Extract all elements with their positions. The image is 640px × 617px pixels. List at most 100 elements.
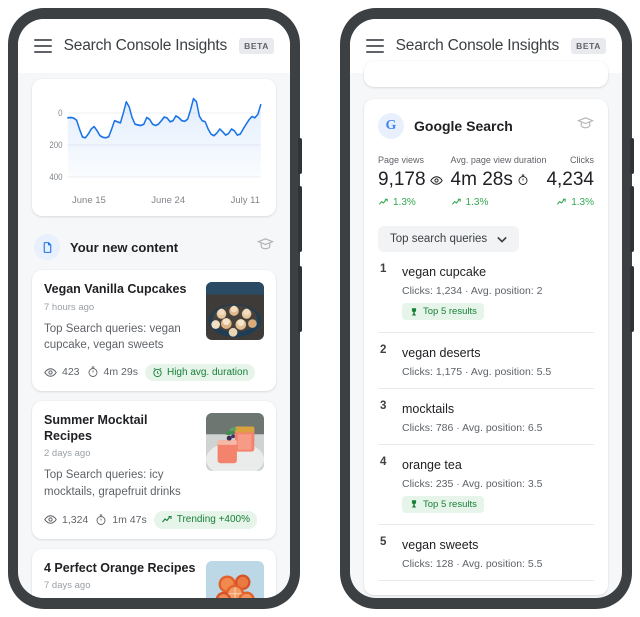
duration-stat: 4m 29s	[87, 366, 138, 378]
hamburger-menu-icon[interactable]	[366, 39, 384, 53]
query-row[interactable]: 1 vegan cupcake Clicks: 1,234 · Avg. pos…	[378, 252, 594, 333]
metric-page-views: Page views 9,178 1.3%	[378, 155, 451, 208]
eye-icon	[44, 368, 57, 377]
metric-clicks: Clicks 4,234 1.3%	[546, 155, 594, 208]
query-meta: Clicks: 786 · Avg. position: 6.5	[402, 421, 543, 434]
trophy-icon	[411, 500, 417, 508]
oranges-photo	[206, 560, 264, 598]
trend-value: 1.3%	[571, 197, 594, 208]
phone-volume-up-button[interactable]	[298, 186, 302, 252]
metric-avg-duration: Avg. page view duration 4m 28s 1.3%	[451, 155, 547, 208]
content-card-top: Vegan Vanilla Cupcakes 7 hours ago Top S…	[44, 282, 264, 354]
status-badge: Trending +400%	[153, 510, 258, 529]
google-search-header: G Google Search	[378, 113, 595, 139]
query-meta: Clicks: 235 · Avg. position: 3.5	[402, 477, 543, 490]
google-search-card: G Google Search Page views 9,178 1.3% Av…	[364, 99, 608, 595]
views-stat: 423	[44, 366, 80, 379]
trending-up-icon	[451, 198, 461, 205]
svg-text:400: 400	[49, 172, 62, 183]
metric-value: 4m 28s	[450, 169, 513, 190]
metric-value: 9,178	[378, 169, 426, 190]
content-card-top: 4 Perfect Orange Recipes 7 days ago Top …	[44, 560, 264, 598]
chart-card: 400 200 0 June 15 June 24 July 11	[32, 79, 276, 216]
stopwatch-icon	[518, 174, 528, 185]
query-main: vegan sweets Clicks: 128 · Avg. position…	[402, 536, 592, 570]
query-row[interactable]: 5 vegan sweets Clicks: 128 · Avg. positi…	[378, 525, 594, 581]
phone-screen-right: Search Console Insights BETA G Google Se…	[350, 19, 622, 598]
phone-device-left: Search Console Insights BETA 400 200 0 J…	[8, 8, 302, 609]
content-card[interactable]: 4 Perfect Orange Recipes 7 days ago Top …	[32, 548, 276, 598]
card-title: Google Search	[414, 118, 513, 134]
query-row[interactable]: 3 mocktails Clicks: 786 · Avg. position:…	[378, 389, 594, 445]
metric-label: Avg. page view duration	[450, 155, 547, 165]
content-title: Summer Mocktail Recipes	[44, 412, 148, 443]
query-main: vegan cupcake Clicks: 1,234 · Avg. posit…	[402, 263, 592, 322]
metrics-row: Page views 9,178 1.3% Avg. page view dur…	[378, 155, 594, 208]
trend-value: 1.3%	[465, 197, 489, 208]
eye-icon	[44, 515, 57, 524]
beta-badge: BETA	[571, 38, 606, 54]
page-title: Search Console Insights	[63, 37, 228, 54]
content-card[interactable]: Vegan Vanilla Cupcakes 7 hours ago Top S…	[32, 270, 276, 391]
phone-side-button[interactable]	[630, 138, 634, 174]
graduation-cap-icon[interactable]	[256, 236, 275, 258]
metric-trend: 1.3%	[451, 197, 547, 208]
query-row[interactable]: 4 orange tea Clicks: 235 · Avg. position…	[378, 445, 594, 525]
query-rank: 2	[380, 343, 387, 356]
metric-label: Clicks	[570, 155, 594, 165]
query-meta: Clicks: 128 · Avg. position: 5.5	[402, 558, 543, 570]
document-icon	[34, 234, 60, 260]
section-header-your-new-content: Your new content	[34, 234, 275, 260]
phone-side-button[interactable]	[298, 138, 302, 174]
query-rank: 1	[380, 263, 387, 275]
top-search-queries-dropdown[interactable]: Top search queries	[378, 226, 520, 252]
screenshot-stage: Search Console Insights BETA 400 200 0 J…	[0, 0, 640, 617]
query-badge-label: Top 5 results	[423, 498, 477, 510]
content-card[interactable]: Summer Mocktail Recipes 2 days ago Top S…	[32, 400, 276, 539]
trophy-icon	[411, 307, 417, 316]
beta-badge: BETA	[239, 38, 274, 54]
phone-volume-up-button[interactable]	[630, 186, 634, 252]
query-rank: 4	[380, 455, 387, 468]
graduation-cap-icon[interactable]	[576, 115, 595, 137]
app-bar: Search Console Insights BETA	[18, 19, 290, 73]
content-queries: Top Search queries: vegan cupcake, vegan…	[44, 322, 181, 352]
query-term: mocktails	[402, 401, 455, 416]
badge-label: Trending +400%	[176, 514, 251, 526]
query-badge-label: Top 5 results	[423, 306, 477, 317]
stopwatch-icon	[96, 514, 106, 525]
query-term: orange tea	[402, 457, 462, 472]
views-value: 423	[62, 366, 80, 379]
content-stats: 1,324 1m 47s Trending +400%	[44, 510, 264, 529]
status-badge: High avg. duration	[144, 363, 256, 381]
query-rank: 5	[380, 536, 387, 548]
hamburger-menu-icon[interactable]	[34, 39, 52, 53]
content-timestamp: 7 days ago	[44, 580, 91, 592]
content-stats: 423 4m 29s High avg. duration	[44, 363, 264, 381]
stopwatch-icon	[88, 367, 97, 378]
google-g-letter: G	[385, 118, 397, 133]
scroll-body-right[interactable]: G Google Search Page views 9,178 1.3% Av…	[350, 61, 622, 598]
scroll-body-left[interactable]: 400 200 0 June 15 June 24 July 11 Your n…	[18, 73, 290, 598]
metric-label: Page views	[378, 155, 425, 165]
trending-up-icon	[557, 198, 566, 205]
query-term: vegan sweets	[402, 538, 479, 552]
duration-value: 1m 47s	[112, 513, 147, 526]
query-badge: Top 5 results	[402, 495, 484, 513]
trending-up-icon	[378, 198, 388, 205]
svg-text:200: 200	[49, 140, 62, 151]
chart-x-axis-labels: June 15 June 24 July 11	[38, 191, 266, 210]
cupcakes-photo	[206, 282, 264, 340]
content-card-top: Summer Mocktail Recipes 2 days ago Top S…	[44, 412, 264, 501]
page-views-chart: 400 200 0	[38, 91, 266, 191]
google-logo-icon: G	[378, 113, 404, 139]
phone-volume-down-button[interactable]	[298, 266, 302, 332]
content-card-text: 4 Perfect Orange Recipes 7 days ago Top …	[44, 561, 196, 598]
query-row[interactable]: 2 vegan deserts Clicks: 1,175 · Avg. pos…	[378, 333, 594, 389]
metric-value-wrap: 9,178	[378, 169, 451, 191]
trending-up-icon	[161, 515, 172, 522]
phone-device-right: Search Console Insights BETA G Google Se…	[340, 8, 634, 609]
content-card-text: Vegan Vanilla Cupcakes 7 hours ago Top S…	[44, 282, 196, 354]
phone-volume-down-button[interactable]	[630, 266, 634, 332]
metric-value: 4,234	[546, 169, 594, 190]
